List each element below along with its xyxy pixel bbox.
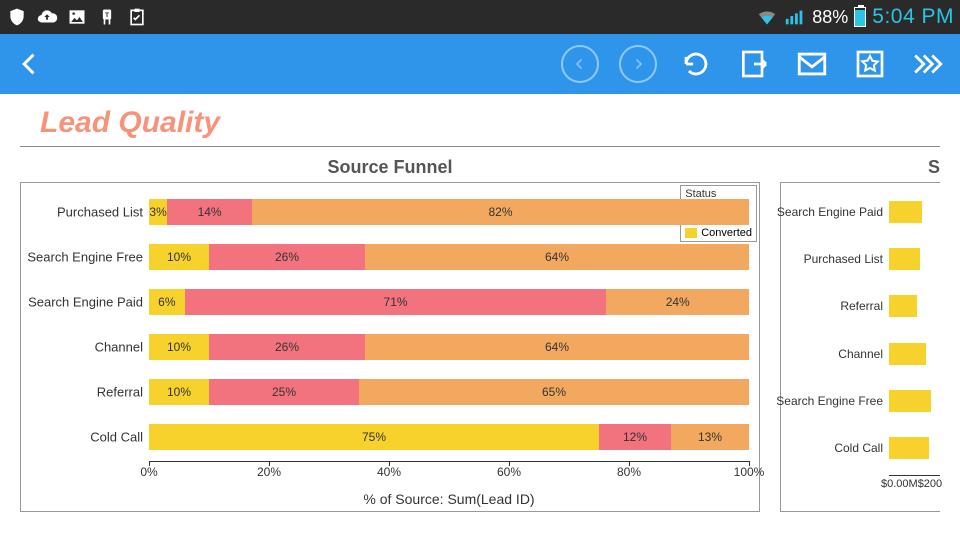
side-category-label: Search Engine Paid bbox=[777, 205, 883, 219]
category-labels: Purchased List Search Engine Free Search E… bbox=[21, 193, 147, 461]
side-bar-segment bbox=[889, 343, 926, 365]
bar-segment-lost: 64% bbox=[365, 334, 749, 360]
side-bar-row bbox=[889, 201, 940, 223]
side-bar-segment bbox=[889, 437, 929, 459]
bar-segment-converted: 3% bbox=[149, 199, 167, 225]
bar-row: 10%25%65% bbox=[149, 379, 749, 405]
side-bar-row bbox=[889, 343, 940, 365]
android-status-bar: T 88% 5:04 PM bbox=[0, 0, 960, 34]
favorite-button[interactable] bbox=[850, 44, 890, 84]
bar-segment-lost: 65% bbox=[359, 379, 749, 405]
side-category-label: Cold Call bbox=[834, 441, 883, 455]
status-left-icons: T bbox=[6, 6, 148, 28]
side-bar-row bbox=[889, 437, 940, 459]
bar-segment-invalid: 71% bbox=[185, 289, 607, 315]
bar-segment-converted: 10% bbox=[149, 244, 209, 270]
nav-prev-button[interactable] bbox=[560, 44, 600, 84]
x-tick-label: 20% bbox=[257, 465, 281, 479]
bar-segment-lost: 24% bbox=[606, 289, 749, 315]
export-button[interactable] bbox=[734, 44, 774, 84]
bar-segment-invalid: 12% bbox=[599, 424, 671, 450]
x-tick-label: 80% bbox=[617, 465, 641, 479]
side-category-labels: Search Engine PaidPurchased ListReferral… bbox=[781, 193, 887, 475]
page-title: Lead Quality bbox=[20, 102, 940, 147]
category-label: Referral bbox=[97, 384, 143, 399]
chart-frame: Status Lost Invalid Converted Purchased … bbox=[20, 182, 760, 512]
wifi-icon bbox=[756, 6, 778, 28]
svg-text:T: T bbox=[105, 12, 109, 19]
x-tick-label: 100% bbox=[734, 465, 765, 479]
side-category-label: Channel bbox=[838, 347, 883, 361]
x-axis-title: % of Source: Sum(Lead ID) bbox=[149, 491, 749, 507]
side-bar-segment bbox=[889, 295, 917, 317]
signal-icon bbox=[784, 6, 806, 28]
nav-next-button[interactable] bbox=[618, 44, 658, 84]
category-label: Cold Call bbox=[90, 429, 143, 444]
bar-segment-converted: 10% bbox=[149, 379, 209, 405]
clock-time: 5:04 PM bbox=[872, 5, 954, 29]
shield-icon bbox=[6, 6, 28, 28]
bar-row: 3%14%82% bbox=[149, 199, 749, 225]
content-area: Lead Quality Source Funnel Status Lost I… bbox=[0, 94, 960, 512]
x-tick-label: 40% bbox=[377, 465, 401, 479]
refresh-button[interactable] bbox=[676, 44, 716, 84]
x-tick-label: 0% bbox=[140, 465, 157, 479]
side-bars-area bbox=[889, 193, 940, 475]
bar-row: 10%26%64% bbox=[149, 244, 749, 270]
category-label: Search Engine Paid bbox=[28, 294, 143, 309]
side-chart-frame: Search Engine Paid Purchased List Referral… bbox=[780, 182, 940, 512]
bar-row: 6%71%24% bbox=[149, 289, 749, 315]
bar-segment-invalid: 14% bbox=[167, 199, 252, 225]
side-x-tick: $0.00M$200 bbox=[881, 478, 942, 490]
side-bar-segment bbox=[889, 390, 931, 412]
side-category-label: Purchased List bbox=[804, 252, 883, 266]
mail-button[interactable] bbox=[792, 44, 832, 84]
carrier-icon: T bbox=[96, 6, 118, 28]
picture-icon bbox=[66, 6, 88, 28]
side-bar-row bbox=[889, 295, 940, 317]
category-label: Channel bbox=[95, 339, 143, 354]
clipboard-icon bbox=[126, 6, 148, 28]
status-right: 88% 5:04 PM bbox=[756, 5, 954, 29]
more-button[interactable] bbox=[908, 44, 948, 84]
side-bar-row bbox=[889, 248, 940, 270]
category-label: Purchased List bbox=[57, 204, 143, 219]
side-category-label: Referral bbox=[840, 299, 883, 313]
side-category-label: Search Engine Free bbox=[776, 394, 883, 408]
side-bar-segment bbox=[889, 201, 922, 223]
x-axis: 0%20%40%60%80%100% % of Source: Sum(Lead… bbox=[149, 461, 749, 511]
bar-segment-invalid: 25% bbox=[209, 379, 359, 405]
bar-row: 10%26%64% bbox=[149, 334, 749, 360]
side-x-axis: $0.00M$200 bbox=[889, 475, 940, 511]
chart-title: Source Funnel bbox=[20, 151, 760, 182]
bar-row: 75%12%13% bbox=[149, 424, 749, 450]
side-chart[interactable]: S Search Engine Paid Purchased List Referr… bbox=[780, 151, 940, 512]
bar-segment-converted: 75% bbox=[149, 424, 599, 450]
category-label: Search Engine Free bbox=[27, 249, 143, 264]
toolbar-actions bbox=[560, 44, 948, 84]
cloud-upload-icon bbox=[36, 6, 58, 28]
side-bar-segment bbox=[889, 248, 920, 270]
source-funnel-chart[interactable]: Source Funnel Status Lost Invalid Conver… bbox=[20, 151, 760, 512]
bar-segment-converted: 10% bbox=[149, 334, 209, 360]
bar-segment-lost: 82% bbox=[252, 199, 749, 225]
bar-segment-invalid: 26% bbox=[209, 244, 365, 270]
bars-area: 3%14%82%10%26%64%6%71%24%10%26%64%10%25%… bbox=[149, 193, 749, 461]
side-bar-row bbox=[889, 390, 940, 412]
bar-segment-converted: 6% bbox=[149, 289, 185, 315]
battery-percent: 88% bbox=[812, 7, 848, 28]
app-toolbar bbox=[0, 34, 960, 94]
charts-row: Source Funnel Status Lost Invalid Conver… bbox=[20, 151, 940, 512]
back-button[interactable] bbox=[12, 46, 48, 82]
x-tick-label: 60% bbox=[497, 465, 521, 479]
bar-segment-invalid: 26% bbox=[209, 334, 365, 360]
battery-icon bbox=[854, 7, 866, 27]
side-chart-title-fragment: S bbox=[780, 151, 940, 182]
bar-segment-lost: 64% bbox=[365, 244, 749, 270]
bar-segment-lost: 13% bbox=[671, 424, 749, 450]
